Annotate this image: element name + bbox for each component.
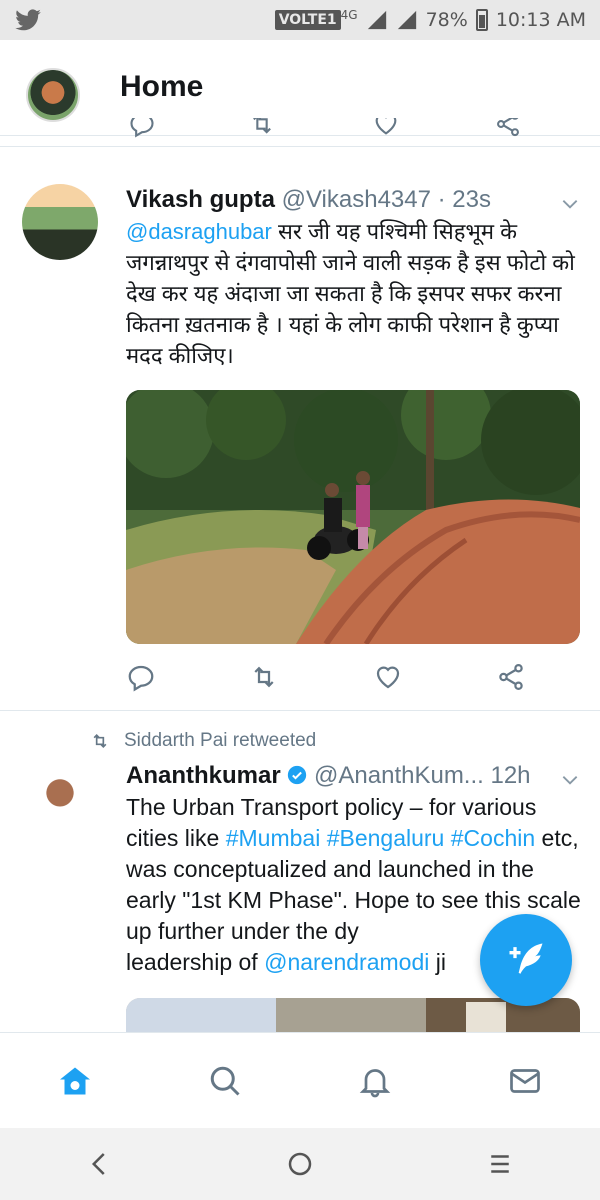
android-nav-bar [0, 1128, 600, 1200]
tweet-text: @dasraghubar सर जी यह पश्चिमी सिहभूम के … [126, 216, 582, 371]
author-handle[interactable]: @Vikash4347 [282, 186, 431, 213]
compose-tweet-button[interactable] [480, 914, 572, 1006]
compose-tweet-icon [509, 943, 543, 974]
tweet-photo[interactable] [126, 390, 580, 644]
retweet-icon[interactable] [248, 118, 276, 138]
heart-icon[interactable] [373, 662, 403, 692]
profile-avatar[interactable] [26, 68, 80, 122]
mention-link[interactable]: @narendramodi [264, 949, 429, 975]
tweet-time: 12h [490, 762, 531, 789]
volte-badge: VOLTE1 [274, 10, 341, 30]
tweet-header: Vikash gupta @Vikash4347 · 23s [126, 186, 491, 214]
hashtag-link[interactable]: #Bengaluru [327, 825, 445, 851]
tweet-header: Ananthkumar @AnanthKum... 12h [126, 762, 531, 790]
heart-icon[interactable] [372, 118, 400, 138]
tweet-body: ji [429, 949, 446, 975]
author-name[interactable]: Vikash gupta [126, 186, 275, 213]
share-icon[interactable] [496, 662, 526, 692]
home-circle-icon[interactable] [285, 1149, 315, 1179]
share-icon[interactable] [494, 118, 522, 138]
chevron-down-icon[interactable] [560, 770, 580, 790]
previous-tweet-actions [0, 118, 600, 144]
recents-icon[interactable] [485, 1149, 515, 1179]
avatar[interactable] [22, 764, 98, 840]
bottom-nav [0, 1032, 600, 1128]
home-icon[interactable] [57, 1063, 93, 1099]
tweet-actions [126, 662, 526, 692]
status-bar: VOLTE1 4G 78% 10:13 AM [0, 0, 600, 40]
author-handle[interactable]: @AnanthKum... [314, 762, 484, 789]
tweet-time: · 23s [437, 186, 491, 213]
back-icon[interactable] [85, 1149, 115, 1179]
tweet-body: leadership of [126, 949, 265, 975]
avatar[interactable] [22, 184, 98, 260]
battery-icon [475, 9, 488, 31]
battery-percent: 78% [425, 9, 468, 31]
chevron-down-icon[interactable] [560, 194, 580, 214]
twitter-bird-icon [15, 9, 41, 31]
signal-icon-2 [397, 10, 416, 30]
signal-icon [367, 10, 386, 30]
retweet-context: Siddarth Pai retweeted [90, 730, 316, 752]
hashtag-link[interactable]: #Mumbai [226, 825, 321, 851]
page-title: Home [120, 70, 204, 103]
bell-icon[interactable] [357, 1063, 393, 1099]
retweet-icon [93, 733, 107, 749]
network-type: 4G [340, 8, 358, 22]
mail-icon[interactable] [507, 1063, 543, 1099]
reply-icon[interactable] [128, 118, 156, 138]
road-photo [126, 390, 580, 644]
search-icon[interactable] [207, 1063, 243, 1099]
clock: 10:13 AM [495, 9, 586, 31]
hashtag-link[interactable]: #Cochin [451, 825, 535, 851]
author-name[interactable]: Ananthkumar [126, 762, 281, 789]
mention-link[interactable]: @dasraghubar [126, 219, 272, 244]
retweeted-by[interactable]: Siddarth Pai retweeted [124, 730, 316, 752]
tweet[interactable]: Vikash gupta @Vikash4347 · 23s @dasraghu… [0, 146, 600, 704]
retweet-icon[interactable] [249, 662, 279, 692]
reply-icon[interactable] [126, 662, 156, 692]
verified-badge-icon [288, 765, 307, 785]
